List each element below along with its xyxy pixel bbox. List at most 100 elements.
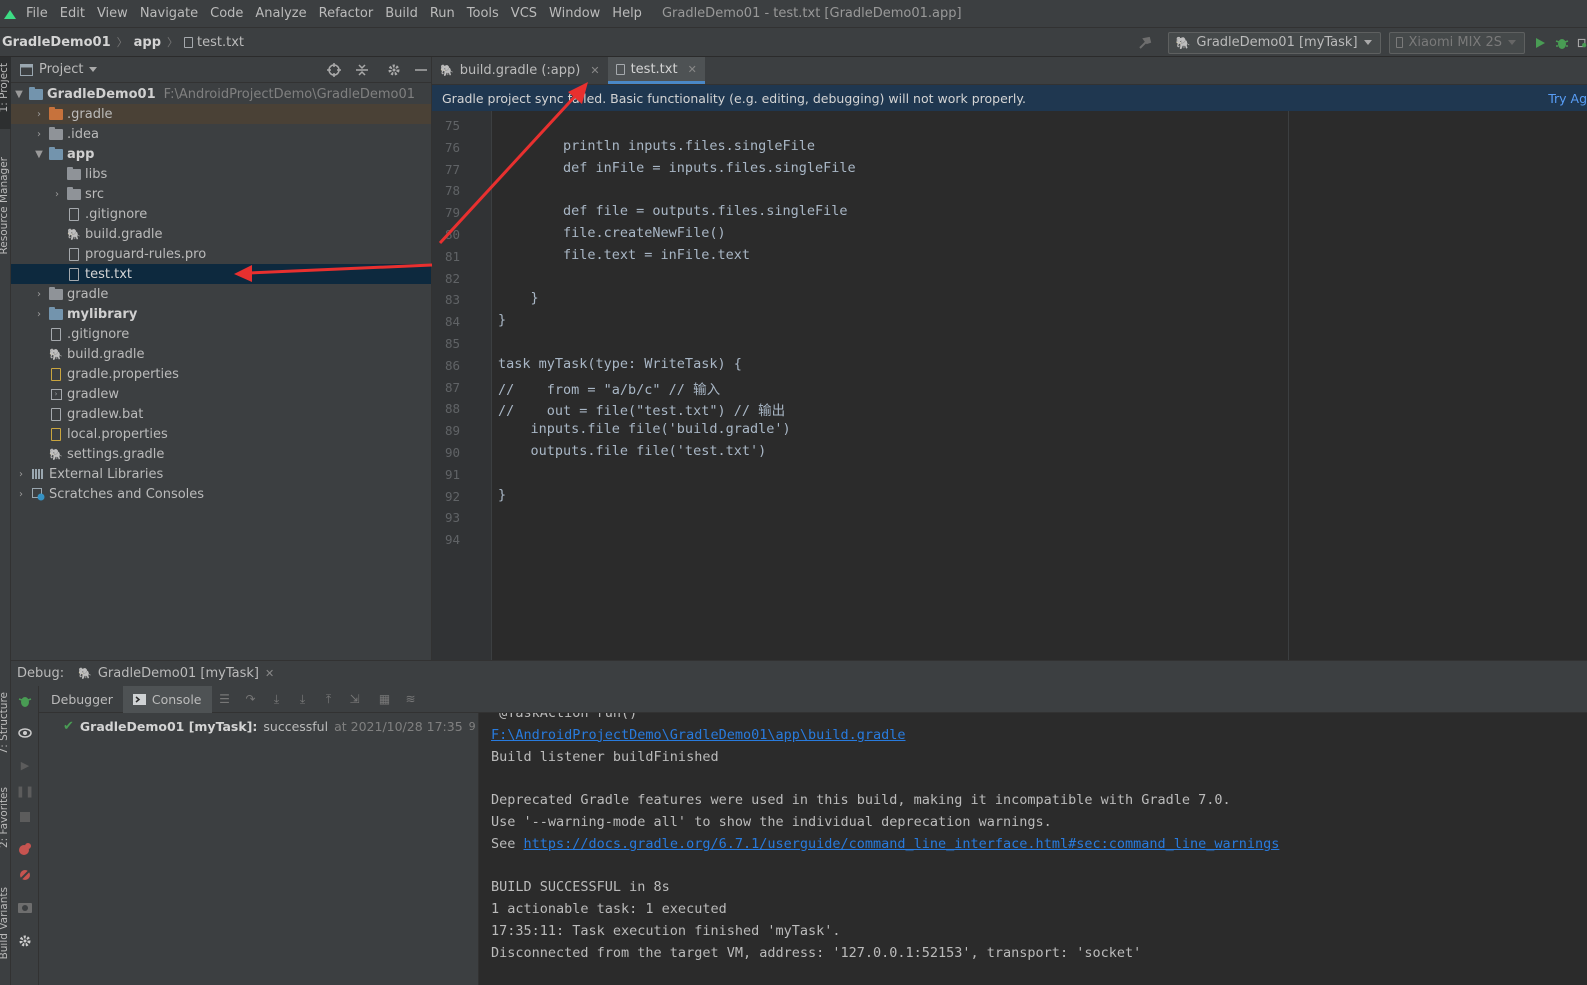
debug-bug-icon[interactable] bbox=[18, 694, 32, 708]
sync-failed-banner: Gradle project sync failed. Basic functi… bbox=[432, 85, 1587, 111]
tab-test-txt[interactable]: test.txt ✕ bbox=[607, 57, 705, 84]
tree-item-build-gradle[interactable]: 🐘 build.gradle bbox=[11, 224, 431, 244]
debug-session-tab[interactable]: 🐘 GradleDemo01 [myTask] ✕ bbox=[78, 666, 274, 681]
tree-item-app[interactable]: ▼ app bbox=[11, 144, 431, 164]
tree-item-gradle-folder[interactable]: › gradle bbox=[11, 284, 431, 304]
menu-file[interactable]: File bbox=[20, 6, 54, 21]
tree-item-idea[interactable]: › .idea bbox=[11, 124, 431, 144]
tab-build-gradle[interactable]: 🐘 build.gradle (:app) ✕ bbox=[432, 57, 608, 84]
menu-edit[interactable]: Edit bbox=[54, 6, 91, 21]
evaluate-expression-icon[interactable]: ▦ bbox=[378, 692, 392, 706]
breadcrumb-file[interactable]: test.txt bbox=[197, 35, 244, 50]
menu-help[interactable]: Help bbox=[606, 6, 648, 21]
attach-debugger-icon[interactable] bbox=[1577, 36, 1587, 50]
dropdown-caret-icon[interactable] bbox=[89, 67, 98, 72]
project-view-title[interactable]: Project bbox=[39, 62, 83, 77]
gear-icon[interactable] bbox=[18, 934, 32, 948]
step-over-icon[interactable]: ↷ bbox=[244, 692, 258, 706]
close-icon[interactable]: ✕ bbox=[265, 667, 274, 680]
tree-item-src[interactable]: › src bbox=[11, 184, 431, 204]
tree-item-libs[interactable]: libs bbox=[11, 164, 431, 184]
text-file-icon bbox=[67, 247, 81, 261]
chevron-right-icon[interactable]: › bbox=[15, 469, 27, 480]
structure-label[interactable]: 7: Structure bbox=[0, 692, 10, 754]
tree-item-root-build-gradle[interactable]: 🐘 build.gradle bbox=[11, 344, 431, 364]
console-link[interactable]: F:\AndroidProjectDemo\GradleDemo01\app\b… bbox=[491, 727, 906, 743]
resume-icon[interactable]: ▶ bbox=[18, 758, 32, 772]
build-result-row[interactable]: ✔ GradleDemo01 [myTask]: successful at 2… bbox=[63, 717, 529, 735]
hammer-icon[interactable] bbox=[1138, 36, 1154, 50]
tree-item-external-libraries[interactable]: › External Libraries bbox=[11, 464, 431, 484]
tree-item-settings-gradle[interactable]: 🐘 settings.gradle bbox=[11, 444, 431, 464]
code-editor[interactable]: 75 76 77 78 79 80 81 82 83 84 85 86 87 88 89 90 91 92 93 94… bbox=[432, 111, 1587, 660]
menu-lines-icon[interactable]: ☰ bbox=[218, 692, 232, 706]
tree-item-local-properties[interactable]: local.properties bbox=[11, 424, 431, 444]
project-tool-label[interactable]: 1: Project bbox=[0, 63, 10, 112]
chevron-right-icon[interactable]: › bbox=[33, 129, 45, 140]
chevron-down-icon[interactable]: ▼ bbox=[33, 149, 45, 160]
camera-icon[interactable] bbox=[18, 900, 32, 914]
chevron-right-icon[interactable]: › bbox=[51, 189, 63, 200]
run-configuration-select[interactable]: 🐘 GradleDemo01 [myTask] bbox=[1168, 31, 1381, 54]
breadcrumb-project[interactable]: GradleDemo01 bbox=[2, 35, 111, 50]
build-variants-label[interactable]: Build Variants bbox=[0, 887, 10, 959]
favorites-label[interactable]: 2: Favorites bbox=[0, 787, 10, 848]
debug-bug-icon[interactable] bbox=[1555, 36, 1569, 50]
run-icon[interactable] bbox=[1533, 36, 1547, 50]
locate-file-icon[interactable] bbox=[327, 63, 341, 77]
menu-build[interactable]: Build bbox=[379, 6, 424, 21]
chevron-right-icon[interactable]: › bbox=[33, 109, 45, 120]
menu-window[interactable]: Window bbox=[543, 6, 606, 21]
chevron-right-icon[interactable]: › bbox=[15, 489, 27, 500]
try-again-link[interactable]: Try Ag bbox=[1548, 91, 1587, 106]
tree-item-gitignore[interactable]: .gitignore bbox=[11, 204, 431, 224]
step-out-icon[interactable]: ⤒ bbox=[322, 692, 336, 706]
trace-icon[interactable]: ≋ bbox=[404, 692, 418, 706]
hide-panel-icon[interactable] bbox=[415, 63, 427, 77]
tree-item-label: settings.gradle bbox=[67, 446, 165, 462]
menu-tools[interactable]: Tools bbox=[461, 6, 505, 21]
dropdown-caret-icon bbox=[1363, 40, 1372, 45]
console-link[interactable]: https://docs.gradle.org/6.7.1/userguide/… bbox=[524, 836, 1280, 852]
menu-run[interactable]: Run bbox=[424, 6, 461, 21]
tree-item-gradlew-bat[interactable]: gradlew.bat bbox=[11, 404, 431, 424]
tree-item-proguard[interactable]: proguard-rules.pro bbox=[11, 244, 431, 264]
tree-item-root[interactable]: ▼ GradleDemo01 F:\AndroidProjectDemo\Gra… bbox=[11, 84, 431, 104]
tree-item-test-txt[interactable]: test.txt bbox=[11, 264, 431, 284]
menu-view[interactable]: View bbox=[91, 6, 134, 21]
collapse-all-icon[interactable] bbox=[355, 63, 369, 77]
chevron-down-icon[interactable]: ▼ bbox=[13, 89, 25, 100]
view-breakpoints-icon[interactable] bbox=[18, 842, 32, 856]
menu-code[interactable]: Code bbox=[204, 6, 249, 21]
resource-manager-label[interactable]: Resource Manager bbox=[0, 157, 10, 255]
stop-icon[interactable] bbox=[18, 810, 32, 824]
mute-breakpoints-icon[interactable] bbox=[18, 868, 32, 882]
tree-item-dot-gradle[interactable]: › .gradle bbox=[11, 104, 431, 124]
close-icon[interactable]: ✕ bbox=[590, 64, 599, 77]
chevron-right-icon[interactable]: › bbox=[33, 289, 45, 300]
console-output[interactable]: @TaskAction run() F:\AndroidProjectDemo\G… bbox=[479, 713, 1587, 985]
build-task-time: at 2021/10/28 17:35 bbox=[334, 718, 463, 734]
menu-navigate[interactable]: Navigate bbox=[134, 6, 204, 21]
menu-refactor[interactable]: Refactor bbox=[313, 6, 380, 21]
tab-debugger[interactable]: Debugger bbox=[41, 686, 123, 713]
tree-item-root-gitignore[interactable]: .gitignore bbox=[11, 324, 431, 344]
checkmark-icon: ✔ bbox=[63, 718, 74, 734]
breadcrumb-module[interactable]: app bbox=[134, 35, 161, 50]
close-icon[interactable]: ✕ bbox=[688, 63, 697, 76]
run-to-cursor-icon[interactable]: ⇲ bbox=[348, 692, 362, 706]
eye-icon[interactable] bbox=[18, 726, 32, 740]
menu-vcs[interactable]: VCS bbox=[505, 6, 543, 21]
step-into-icon[interactable]: ⤓ bbox=[270, 692, 284, 706]
device-select[interactable]: Xiaomi MIX 2S bbox=[1388, 31, 1525, 54]
menu-analyze[interactable]: Analyze bbox=[249, 6, 312, 21]
gear-icon[interactable] bbox=[387, 63, 401, 77]
force-step-into-icon[interactable]: ⤓ bbox=[296, 692, 310, 706]
tree-item-gradlew[interactable]: › gradlew bbox=[11, 384, 431, 404]
tree-item-mylibrary[interactable]: › mylibrary bbox=[11, 304, 431, 324]
pause-icon[interactable]: ❚❚ bbox=[16, 784, 34, 798]
tree-item-gradle-properties[interactable]: gradle.properties bbox=[11, 364, 431, 384]
tab-console[interactable]: Console bbox=[122, 685, 212, 713]
tree-item-scratches[interactable]: › Scratches and Consoles bbox=[11, 484, 431, 504]
chevron-right-icon[interactable]: › bbox=[33, 309, 45, 320]
